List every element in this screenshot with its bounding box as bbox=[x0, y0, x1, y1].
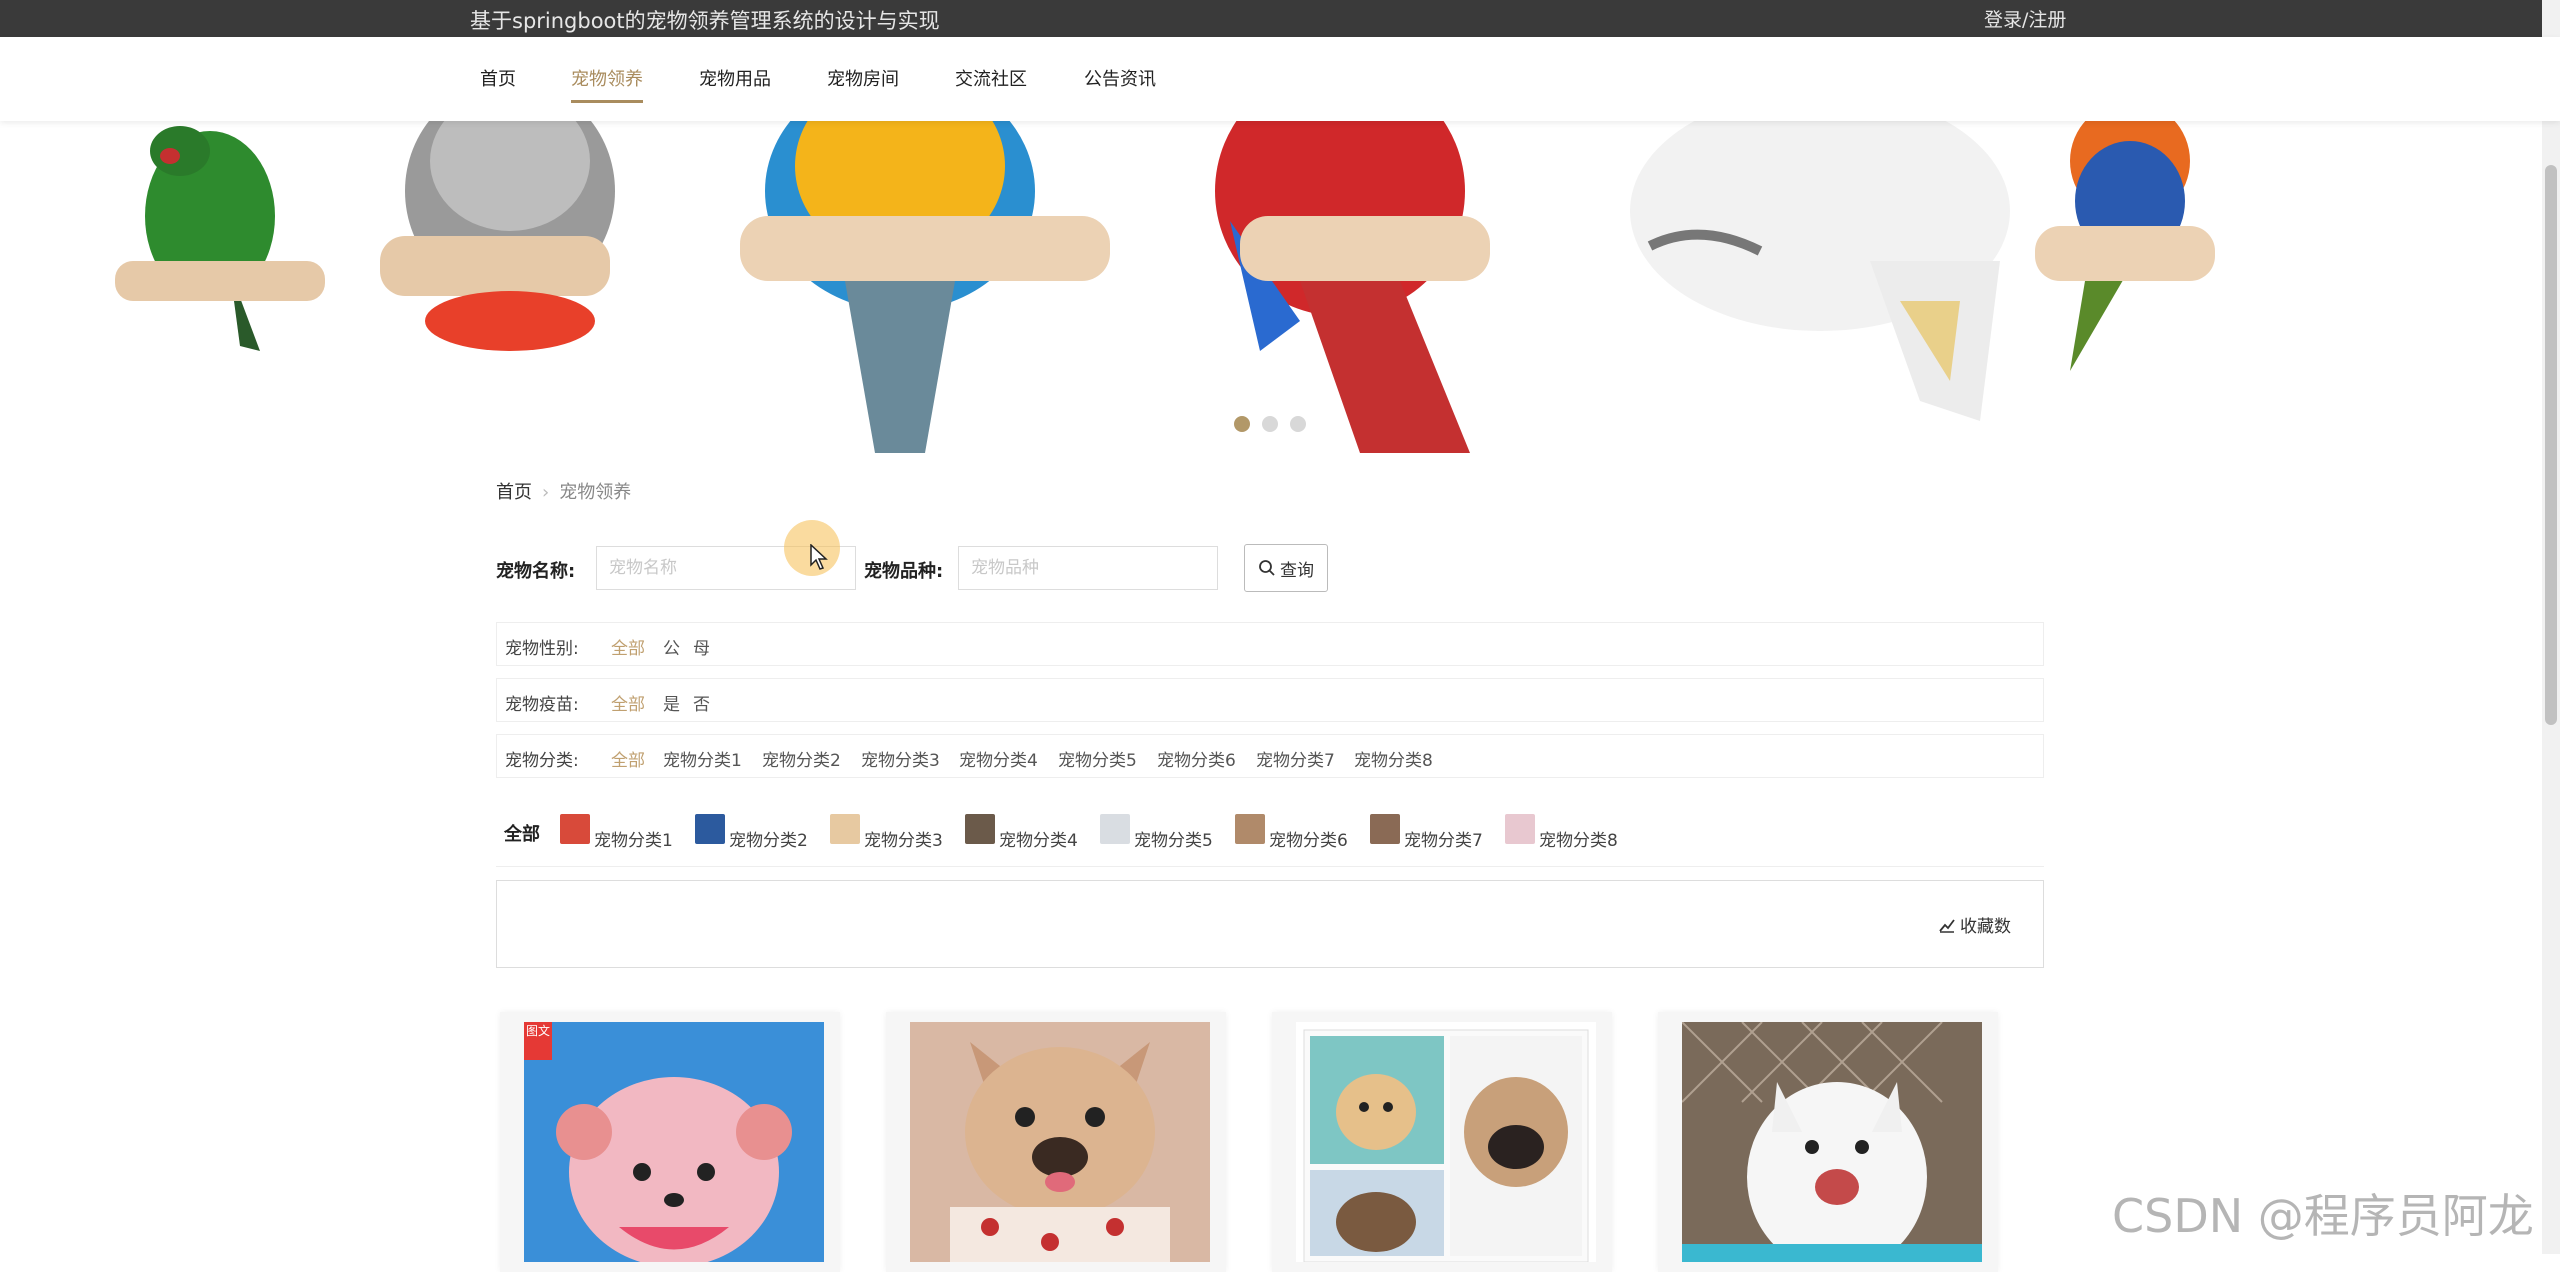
sort-by-favorites[interactable]: 收藏数 bbox=[1938, 912, 2011, 937]
banner-parrots-image bbox=[115, 121, 2215, 453]
category-tab-label: 宠物分类5 bbox=[1134, 831, 1213, 851]
filter-category-all[interactable]: 全部 bbox=[611, 746, 645, 771]
breadcrumb-home[interactable]: 首页 bbox=[496, 482, 532, 503]
category-tab-label: 宠物分类8 bbox=[1539, 831, 1618, 851]
category-thumb bbox=[1100, 814, 1130, 844]
pet-photo: 图文 bbox=[524, 1022, 824, 1262]
filter-vaccine-yes[interactable]: 是 bbox=[663, 690, 680, 715]
category-tab-label: 宠物分类2 bbox=[729, 831, 808, 851]
filter-category-4[interactable]: 宠物分类4 bbox=[959, 746, 1038, 771]
category-tabs: 全部 宠物分类1 宠物分类2 宠物分类3 宠物分类4 宠物分类5 宠物分类6 宠… bbox=[496, 812, 2044, 867]
filter-gender-all[interactable]: 全部 bbox=[611, 634, 645, 659]
main-nav: 首页 宠物领养 宠物用品 宠物房间 交流社区 公告资讯 bbox=[0, 37, 2560, 121]
filter-category: 宠物分类: 全部 宠物分类1 宠物分类2 宠物分类3 宠物分类4 宠物分类5 宠… bbox=[496, 734, 2044, 778]
pet-card[interactable] bbox=[886, 1012, 1226, 1272]
filter-gender-male[interactable]: 公 bbox=[663, 634, 680, 659]
nav-announcements[interactable]: 公告资讯 bbox=[1084, 65, 1156, 100]
category-thumb bbox=[1370, 814, 1400, 844]
pet-photo-pink-dog bbox=[524, 1022, 824, 1262]
breadcrumb: 首页 › 宠物领养 bbox=[496, 478, 631, 504]
carousel-dot-1[interactable] bbox=[1234, 416, 1250, 432]
filter-vaccine-label: 宠物疫苗: bbox=[505, 695, 579, 715]
query-button-label: 查询 bbox=[1280, 560, 1314, 581]
filter-gender: 宠物性别: 全部 公 母 bbox=[496, 622, 2044, 666]
filter-vaccine-all[interactable]: 全部 bbox=[611, 690, 645, 715]
category-tab-label: 宠物分类1 bbox=[594, 831, 673, 851]
pet-breed-input[interactable] bbox=[958, 546, 1218, 590]
carousel-dot-3[interactable] bbox=[1290, 416, 1306, 432]
filter-category-6[interactable]: 宠物分类6 bbox=[1157, 746, 1236, 771]
pet-photo bbox=[1296, 1022, 1596, 1262]
category-thumb bbox=[695, 814, 725, 844]
filter-category-label: 宠物分类: bbox=[505, 751, 579, 771]
nav-pet-supplies[interactable]: 宠物用品 bbox=[699, 65, 771, 100]
carousel-dot-2[interactable] bbox=[1262, 416, 1278, 432]
category-thumb bbox=[560, 814, 590, 844]
pet-breed-label: 宠物品种: bbox=[864, 561, 944, 582]
page-scrollbar-thumb[interactable] bbox=[2545, 165, 2557, 725]
category-thumb bbox=[830, 814, 860, 844]
search-icon bbox=[1259, 560, 1275, 576]
nav-pet-rooms[interactable]: 宠物房间 bbox=[827, 65, 899, 100]
breadcrumb-current: 宠物领养 bbox=[559, 482, 632, 503]
pet-photo bbox=[1682, 1022, 1982, 1262]
pet-photo-french-bulldog bbox=[910, 1022, 1210, 1262]
category-thumb bbox=[1505, 814, 1535, 844]
pet-photo-samoyed bbox=[1682, 1022, 1982, 1262]
sort-favorites-label: 收藏数 bbox=[1960, 917, 2011, 937]
card-badge: 图文 bbox=[524, 1022, 552, 1060]
filter-gender-female[interactable]: 母 bbox=[693, 634, 710, 659]
breadcrumb-separator: › bbox=[542, 482, 550, 503]
nav-home[interactable]: 首页 bbox=[480, 65, 516, 100]
category-thumb bbox=[1235, 814, 1265, 844]
category-tab-all[interactable]: 全部 bbox=[504, 820, 540, 846]
filter-category-2[interactable]: 宠物分类2 bbox=[762, 746, 841, 771]
pet-card[interactable] bbox=[1272, 1012, 1612, 1272]
filter-gender-label: 宠物性别: bbox=[505, 639, 579, 659]
sort-bar: 收藏数 bbox=[496, 880, 2044, 968]
banner-carousel[interactable] bbox=[0, 121, 2560, 453]
filter-vaccine: 宠物疫苗: 全部 是 否 bbox=[496, 678, 2044, 722]
filter-category-8[interactable]: 宠物分类8 bbox=[1354, 746, 1433, 771]
query-button[interactable]: 查询 bbox=[1244, 544, 1328, 592]
watermark: CSDN @程序员阿龙 bbox=[2112, 1189, 2534, 1243]
filter-category-7[interactable]: 宠物分类7 bbox=[1256, 746, 1335, 771]
site-title: 基于springboot的宠物领养管理系统的设计与实现 bbox=[470, 9, 940, 33]
pet-photo-puppies-collage bbox=[1296, 1022, 1596, 1262]
nav-community[interactable]: 交流社区 bbox=[955, 65, 1027, 100]
filter-category-1[interactable]: 宠物分类1 bbox=[663, 746, 742, 771]
pet-photo bbox=[910, 1022, 1210, 1262]
category-thumb bbox=[965, 814, 995, 844]
chart-icon bbox=[1939, 918, 1955, 933]
pet-name-label: 宠物名称: bbox=[496, 561, 576, 582]
mouse-cursor-icon bbox=[810, 544, 828, 570]
category-tab-label: 宠物分类6 bbox=[1269, 831, 1348, 851]
login-register-link[interactable]: 登录/注册 bbox=[1984, 5, 2066, 32]
filter-category-3[interactable]: 宠物分类3 bbox=[861, 746, 940, 771]
filter-vaccine-no[interactable]: 否 bbox=[693, 690, 710, 715]
pet-card[interactable] bbox=[1658, 1012, 1998, 1272]
pet-card[interactable]: 图文 bbox=[500, 1012, 840, 1272]
category-tab-label: 宠物分类7 bbox=[1404, 831, 1483, 851]
category-tab-label: 宠物分类3 bbox=[864, 831, 943, 851]
nav-pet-adoption[interactable]: 宠物领养 bbox=[571, 65, 643, 103]
filter-category-5[interactable]: 宠物分类5 bbox=[1058, 746, 1137, 771]
top-bar: 基于springboot的宠物领养管理系统的设计与实现 登录/注册 bbox=[0, 0, 2560, 37]
category-tab-label: 宠物分类4 bbox=[999, 831, 1078, 851]
